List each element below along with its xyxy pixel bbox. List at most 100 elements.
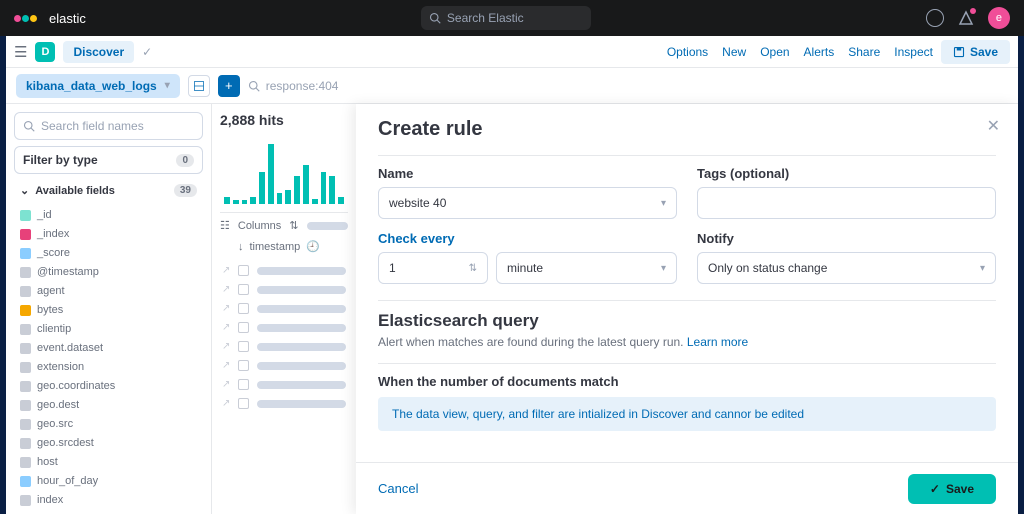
table-row[interactable]: ↗	[220, 394, 348, 413]
field-item[interactable]: index	[14, 492, 203, 506]
panel-title: Create rule	[378, 118, 996, 141]
header-save-button[interactable]: Save	[941, 40, 1010, 64]
link-share[interactable]: Share	[848, 45, 880, 59]
field-item[interactable]: _score	[14, 245, 203, 261]
link-options[interactable]: Options	[667, 45, 708, 59]
discover-breadcrumb[interactable]: Discover	[63, 41, 134, 63]
table-row[interactable]: ↗	[220, 356, 348, 375]
section-title: Elasticsearch query	[378, 311, 996, 331]
save-icon	[953, 46, 965, 58]
field-search-input[interactable]: Search field names	[14, 112, 203, 140]
field-item[interactable]: _index	[14, 226, 203, 242]
bar	[321, 172, 327, 204]
learn-more-link[interactable]: Learn more	[687, 335, 748, 349]
field-type-icon	[20, 438, 31, 449]
hit-count: 2,888 hits	[220, 112, 348, 128]
add-filter-button[interactable]: +	[218, 75, 240, 97]
menu-icon[interactable]: ☰	[14, 43, 27, 61]
bar	[277, 193, 283, 204]
field-item[interactable]: bytes	[14, 302, 203, 318]
app-badge: D	[35, 42, 55, 62]
field-type-icon	[20, 362, 31, 373]
row-checkbox[interactable]	[238, 284, 249, 295]
dataset-selector[interactable]: kibana_data_web_logs ▾	[16, 74, 180, 98]
close-icon[interactable]: ✕	[987, 116, 1000, 136]
chevron-down-icon: ⌄	[20, 184, 29, 197]
histogram-chart	[220, 136, 348, 204]
search-icon	[248, 80, 260, 92]
field-item[interactable]: extension	[14, 359, 203, 375]
link-alerts[interactable]: Alerts	[804, 45, 835, 59]
field-item[interactable]: host	[14, 454, 203, 470]
link-new[interactable]: New	[722, 45, 746, 59]
link-open[interactable]: Open	[760, 45, 789, 59]
field-item[interactable]: agent	[14, 283, 203, 299]
chevron-down-icon: ▾	[661, 263, 666, 274]
available-fields-header[interactable]: ⌄Available fields 39	[14, 180, 203, 201]
row-checkbox[interactable]	[238, 265, 249, 276]
field-item[interactable]: _id	[14, 207, 203, 223]
field-item[interactable]: event.dataset	[14, 340, 203, 356]
bar	[329, 176, 335, 204]
query-input[interactable]: response:404	[248, 79, 339, 93]
section-desc: Alert when matches are found during the …	[378, 335, 684, 349]
sort-icon[interactable]: ⇅	[289, 219, 298, 232]
table-row[interactable]: ↗	[220, 261, 348, 280]
timestamp-col[interactable]: timestamp	[250, 241, 301, 253]
row-checkbox[interactable]	[238, 379, 249, 390]
name-select[interactable]: website 40▾	[378, 187, 677, 219]
bar	[242, 200, 248, 204]
check-interval-input[interactable]: 1⇅	[378, 252, 488, 284]
sort-desc-icon[interactable]: ↓	[238, 241, 244, 253]
field-type-icon	[20, 476, 31, 487]
check-icon: ✓	[142, 45, 152, 59]
tags-input[interactable]	[697, 187, 996, 219]
notify-select[interactable]: Only on status change▾	[697, 252, 996, 284]
field-item[interactable]: geo.src	[14, 416, 203, 432]
field-item[interactable]: geo.coordinates	[14, 378, 203, 394]
expand-icon[interactable]: ↗	[222, 265, 230, 276]
field-item[interactable]: geo.dest	[14, 397, 203, 413]
expand-icon[interactable]: ↗	[222, 322, 230, 333]
bar	[312, 199, 318, 204]
tags-label: Tags (optional)	[697, 166, 996, 181]
table-row[interactable]: ↗	[220, 299, 348, 318]
expand-icon[interactable]: ↗	[222, 360, 230, 371]
row-checkbox[interactable]	[238, 303, 249, 314]
row-checkbox[interactable]	[238, 341, 249, 352]
expand-icon[interactable]: ↗	[222, 398, 230, 409]
field-item[interactable]: geo.srcdest	[14, 435, 203, 451]
notify-label: Notify	[697, 231, 996, 246]
chevron-down-icon: ▾	[661, 198, 666, 209]
row-checkbox[interactable]	[238, 398, 249, 409]
save-button[interactable]: ✓Save	[908, 474, 996, 504]
bar	[294, 176, 300, 204]
expand-icon[interactable]: ↗	[222, 303, 230, 314]
link-inspect[interactable]: Inspect	[894, 45, 933, 59]
field-item[interactable]: @timestamp	[14, 264, 203, 280]
news-icon[interactable]	[958, 10, 974, 26]
field-type-icon	[20, 324, 31, 335]
expand-icon[interactable]: ↗	[222, 341, 230, 352]
expand-icon[interactable]: ↗	[222, 379, 230, 390]
field-type-icon	[20, 457, 31, 468]
global-search-input[interactable]: Search Elastic	[421, 6, 591, 30]
columns-button[interactable]: Columns	[238, 220, 281, 232]
table-row[interactable]: ↗	[220, 318, 348, 337]
field-item[interactable]: hour_of_day	[14, 473, 203, 489]
row-checkbox[interactable]	[238, 322, 249, 333]
table-row[interactable]: ↗	[220, 337, 348, 356]
chevron-down-icon: ▾	[165, 80, 170, 91]
help-icon[interactable]	[926, 9, 944, 27]
field-item[interactable]: clientip	[14, 321, 203, 337]
table-row[interactable]: ↗	[220, 280, 348, 299]
cancel-button[interactable]: Cancel	[378, 481, 418, 496]
expand-icon[interactable]: ↗	[222, 284, 230, 295]
row-checkbox[interactable]	[238, 360, 249, 371]
filter-by-type[interactable]: Filter by type 0	[14, 146, 203, 174]
data-view-button[interactable]	[188, 75, 210, 97]
user-avatar[interactable]: e	[988, 7, 1010, 29]
check-unit-select[interactable]: minute▾	[496, 252, 677, 284]
search-icon	[429, 12, 441, 24]
table-row[interactable]: ↗	[220, 375, 348, 394]
